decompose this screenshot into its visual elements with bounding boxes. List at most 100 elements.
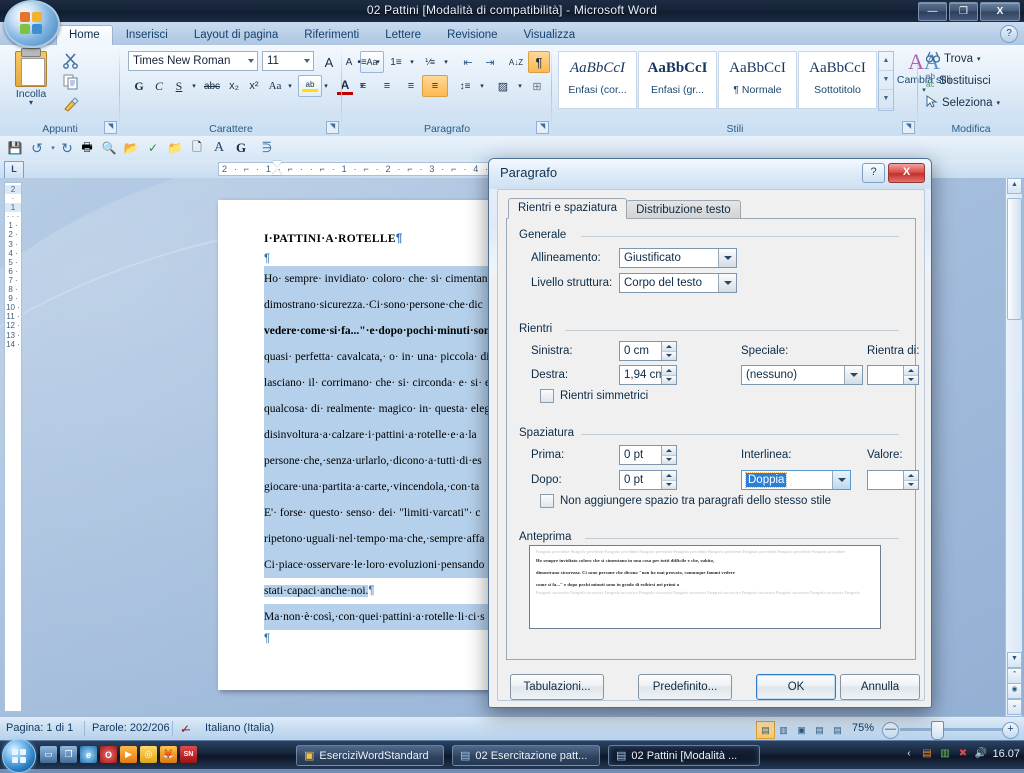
interlinea-select[interactable]: Doppia [741,470,851,490]
align-left-icon[interactable]: ≡ [350,75,376,97]
select-browse-object-icon[interactable]: ◉ [1007,683,1022,699]
show-formatting-marks-icon[interactable]: ¶ [528,51,550,73]
tab-lettere[interactable]: Lettere [372,25,434,45]
subscript-button[interactable]: x₂ [223,75,245,97]
open-icon[interactable]: 📂 [122,139,140,157]
borders-icon[interactable]: ⊞ [524,75,550,97]
superscript-button[interactable]: x² [243,75,265,97]
next-page-icon[interactable]: ⌄ [1007,699,1022,715]
document-text[interactable]: I·PATTINI·A·ROTELLE¶ ¶ Ho· sempre· invid… [218,200,518,648]
dialog-tab-distribuzione-testo[interactable]: Distribuzione testo [626,200,741,219]
view-web-layout-icon[interactable]: ▣ [792,721,811,739]
zoom-in-button[interactable]: + [1002,722,1019,739]
replace-button[interactable]: ab ac Sostituisci [926,73,991,89]
media-player-icon[interactable]: ▶ [120,746,137,763]
gallery-scroll-up-icon[interactable]: ▲ [879,52,893,71]
styles-gallery-scrollbar[interactable]: ▲ ▼ ▼ [878,51,894,111]
previous-page-icon[interactable]: ⌃ [1007,668,1022,684]
style-card-enfasi-grassetto[interactable]: AaBbCcI Enfasi (gr... [638,51,717,109]
style-card-normale[interactable]: AaBbCcI ¶ Normale [718,51,797,109]
prima-spinner[interactable]: 0 pt [619,445,677,465]
decrease-indent-icon[interactable]: ⇤ [456,51,480,73]
bold-button[interactable]: G [128,75,150,97]
grow-font-icon[interactable]: A [318,51,340,73]
increase-indent-icon[interactable]: ⇥ [478,51,502,73]
ok-button[interactable]: OK [756,674,836,700]
zoom-slider-handle[interactable] [931,721,944,740]
select-button[interactable]: Seleziona ▾ [926,95,1000,111]
numbering-icon[interactable]: 1≡ [384,51,408,73]
scrollbar-thumb[interactable] [1007,198,1022,320]
dialog-tab-rientri-e-spaziatura[interactable]: Rientri e spaziatura [508,198,628,219]
stili-dialog-launcher[interactable]: ◥ [902,121,915,134]
minimize-button[interactable]: — [918,2,947,21]
print-preview-icon[interactable]: 🔍 [100,139,118,157]
numbering-caret-icon[interactable]: ▾ [406,54,418,70]
tab-revisione[interactable]: Revisione [434,25,511,45]
non-aggiungere-spazio-checkbox[interactable]: Non aggiungere spazio tra paragrafi dell… [540,494,831,508]
sinistra-spinner[interactable]: 0 cm [619,341,677,361]
show-desktop-icon[interactable]: ▭ [40,746,57,763]
font-icon[interactable]: A [210,139,228,157]
spellcheck-icon[interactable]: ✓̶ [180,722,190,736]
print-icon[interactable]: 🖶 [78,139,96,157]
spinner-buttons[interactable] [661,446,676,464]
red-app-icon[interactable]: SN [180,746,197,763]
save-icon[interactable]: 💾 [6,139,24,157]
taskbar-item-eserciziwordstandard[interactable]: ▣ EserciziWordStandard [296,745,444,766]
more-commands-icon[interactable]: ⋽ [258,139,276,157]
tab-visualizza[interactable]: Visualizza [511,25,589,45]
shading-icon[interactable]: ▨ [490,75,516,97]
font-size-input[interactable]: 11 [262,51,314,71]
internet-explorer-icon[interactable]: e [80,746,97,763]
appunti-dialog-launcher[interactable]: ◥ [104,121,117,134]
multilevel-list-icon[interactable]: ⅟≡ [418,51,442,73]
view-print-layout-icon[interactable]: ▤ [756,721,775,739]
restore-button[interactable]: ❐ [949,2,978,21]
language-indicator[interactable]: Italiano (Italia) [205,722,274,734]
spinner-buttons[interactable] [903,471,918,489]
page-indicator[interactable]: Pagina: 1 di 1 [6,722,73,734]
chevron-down-icon[interactable] [718,249,736,267]
chevron-down-icon[interactable] [832,471,850,489]
green-tray-icon[interactable]: ▥ [938,747,951,760]
spelling-icon[interactable]: ✓ [144,139,162,157]
find-caret-icon[interactable]: ▾ [977,55,981,63]
allineamento-select[interactable]: Giustificato [619,248,737,268]
view-outline-icon[interactable]: ▤ [810,721,829,739]
indent-marker-icon[interactable] [272,161,282,177]
find-button[interactable]: Trova ▾ [925,51,981,66]
word-count[interactable]: Parole: 202/206 [92,722,170,734]
zoom-out-button[interactable]: — [882,722,899,739]
carattere-dialog-launcher[interactable]: ◥ [326,121,339,134]
scroll-down-icon[interactable]: ▼ [1007,652,1022,668]
show-hidden-icons-icon[interactable]: ‹ [902,747,915,760]
destra-spinner[interactable]: 1,94 cm [619,365,677,385]
tab-riferimenti[interactable]: Riferimenti [291,25,372,45]
volume-icon[interactable]: 🔊 [974,747,987,760]
livello-struttura-select[interactable]: Corpo del testo [619,273,737,293]
underline-button[interactable]: S [168,75,190,97]
rientra-di-spinner[interactable] [867,365,919,385]
justify-icon[interactable]: ≡ [422,75,448,97]
tab-layout-di-pagina[interactable]: Layout di pagina [181,25,291,45]
zoom-level[interactable]: 75% [852,722,874,734]
rientri-simmetrici-checkbox[interactable]: Rientri simmetrici [540,389,648,403]
spinner-buttons[interactable] [661,471,676,489]
style-card-sottotitolo[interactable]: AaBbCcI Sottotitolo [798,51,877,109]
tabulazioni-button[interactable]: Tabulazioni... [510,674,604,700]
office-button-icon[interactable] [4,0,60,48]
checkbox-box[interactable] [540,389,554,403]
speciale-select[interactable]: (nessuno) [741,365,863,385]
dopo-spinner[interactable]: 0 pt [619,470,677,490]
taskbar-item-02-esercitazione[interactable]: ▤ 02 Esercitazione patt... [452,745,600,766]
orange-tray-icon[interactable]: ▤ [920,747,933,760]
dialog-close-button[interactable]: X [888,163,925,183]
sort-icon[interactable]: A↓Z [504,51,528,73]
clock[interactable]: 16.07 [992,748,1020,760]
align-center-icon[interactable]: ≡ [374,75,400,97]
highlight-caret-icon[interactable]: ▾ [320,78,332,94]
paragrafo-dialog-launcher[interactable]: ◥ [536,121,549,134]
network-error-icon[interactable]: ✖ [956,747,969,760]
dialog-help-button[interactable]: ? [862,163,885,183]
